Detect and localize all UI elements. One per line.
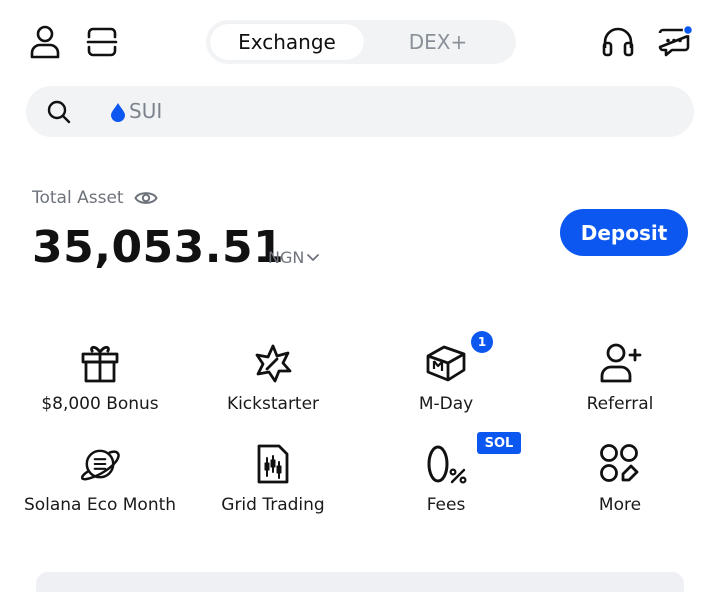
m-day-count-badge: 1 [471,331,493,353]
shortcut-label: Fees [426,495,466,515]
tab-exchange[interactable]: Exchange [210,24,364,60]
add-user-icon [600,343,642,383]
shortcut-bonus[interactable]: $8,000 Bonus [13,341,187,441]
zero-fee-icon [427,445,467,484]
visibility-toggle[interactable] [134,188,158,208]
shortcut-solana-eco-month[interactable]: Solana Eco Month [13,442,187,542]
eye-icon [134,192,158,204]
more-apps-icon [600,444,639,482]
rocket-star-icon [255,344,292,383]
total-asset-label: Total Asset [32,188,124,208]
scan-button[interactable] [82,22,122,62]
support-button[interactable] [598,22,638,62]
gift-icon [81,346,119,383]
chevron-down-icon [307,254,320,261]
mode-switch: Exchange DEX+ [206,20,516,64]
shortcut-grid-trading[interactable]: Grid Trading [186,442,360,542]
shortcut-label: Kickstarter [226,394,320,414]
messages-button[interactable] [655,22,695,62]
shortcut-label: Grid Trading [221,495,325,515]
shortcut-fees[interactable]: SOL Fees [359,432,533,542]
chat-icon [658,25,693,57]
shortcut-label: $8,000 Bonus [41,394,159,414]
search-placeholder: SUI [129,99,163,123]
deposit-button[interactable]: Deposit [560,209,688,256]
search-bar[interactable]: SUI [26,86,694,137]
tab-dex-plus[interactable]: DEX+ [364,24,512,60]
sol-tag-badge: SOL [477,432,521,454]
notification-dot [682,25,693,36]
shortcut-referral[interactable]: Referral [533,341,707,441]
user-icon [30,25,60,59]
shortcut-label: Solana Eco Month [23,495,177,515]
profile-button[interactable] [25,22,65,62]
search-icon [47,100,71,124]
shortcut-label: Referral [586,394,654,414]
shortcut-kickstarter[interactable]: Kickstarter [186,341,360,441]
shortcut-label: M-Day [418,394,474,414]
bottom-card-edge [36,572,684,592]
shortcut-label: More [598,495,642,515]
shortcut-more[interactable]: More [533,442,707,542]
currency-selector[interactable]: NGN [268,247,320,269]
shortcut-m-day[interactable]: 1 M-Day [359,331,533,441]
scan-icon [86,27,118,57]
droplet-icon [111,103,125,122]
headphones-icon [602,27,634,57]
grid-trading-icon [257,444,289,484]
m-day-cube-icon [426,345,466,382]
currency-label: NGN [268,248,305,267]
planet-icon [80,449,120,481]
total-asset-amount: 35,053.51 [32,222,285,273]
